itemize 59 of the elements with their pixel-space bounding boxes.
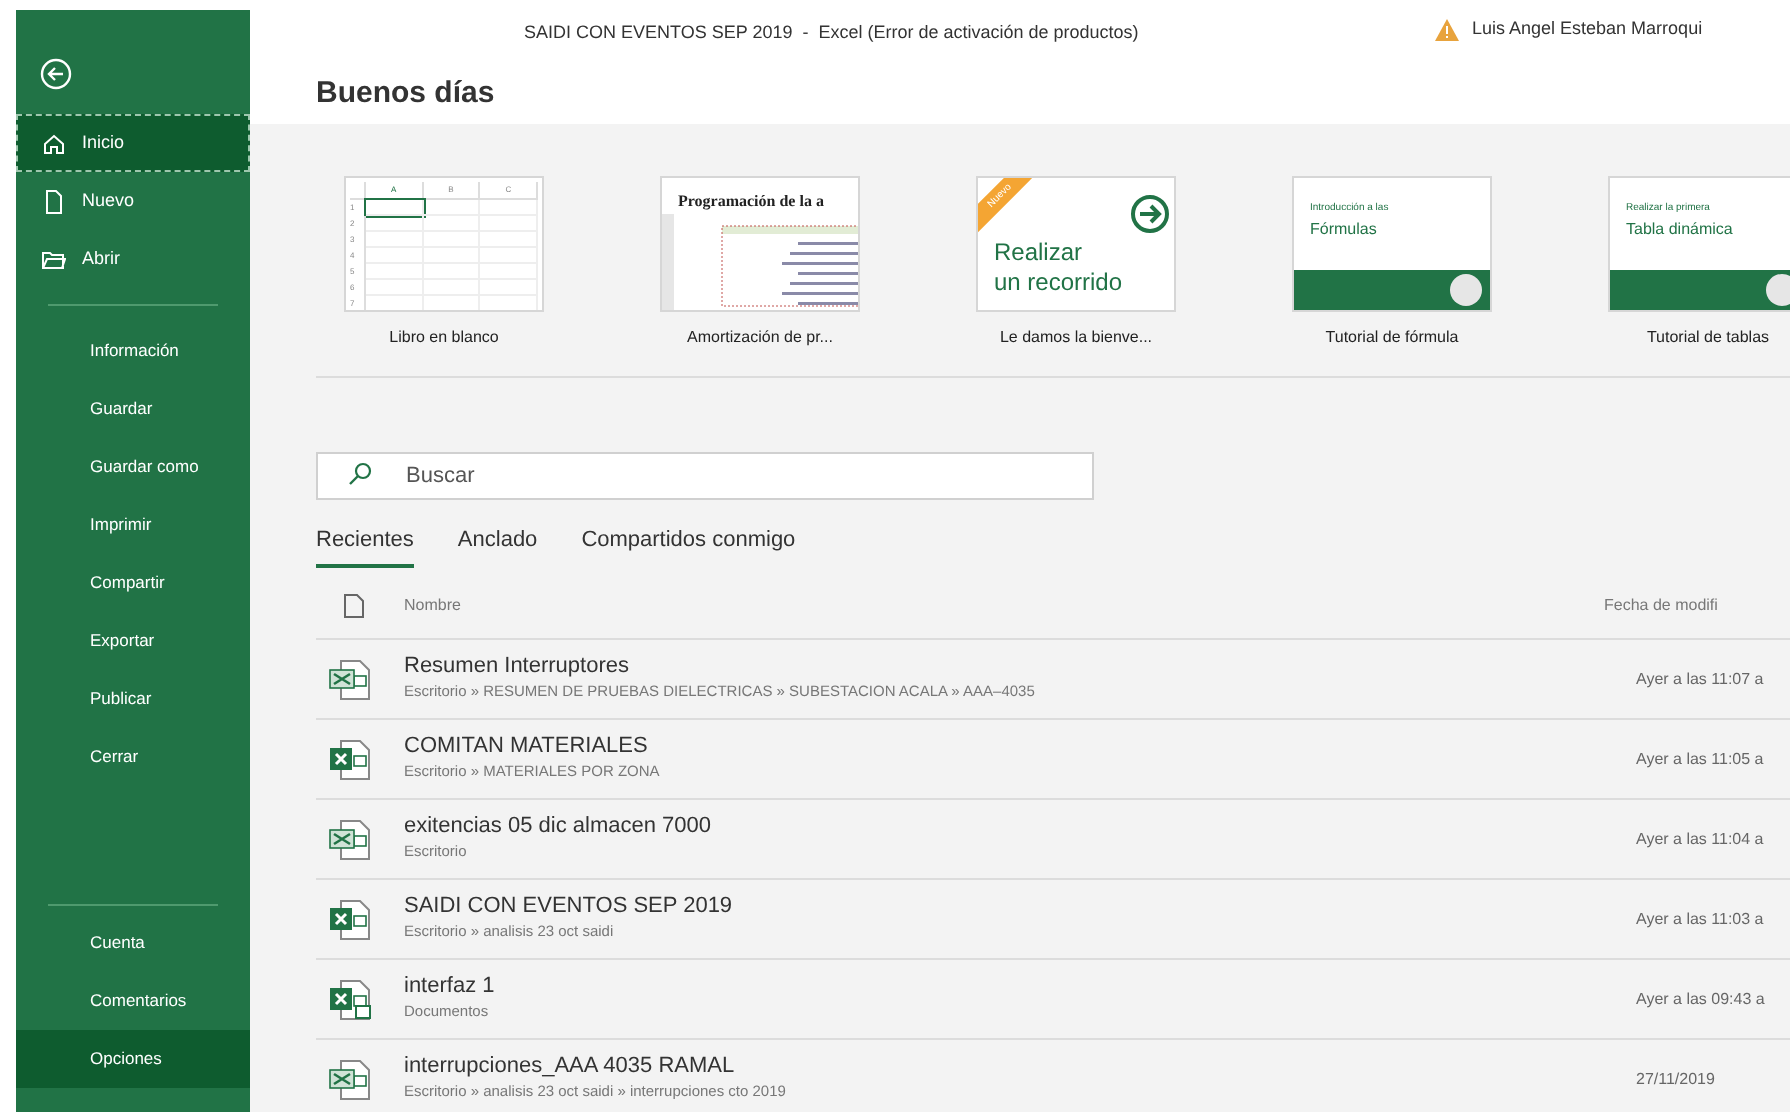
spreadsheet-file-icon	[328, 1059, 372, 1099]
template-label[interactable]: Tutorial de tablas	[1646, 326, 1770, 350]
modified-date: 27/11/2019	[1636, 1067, 1715, 1091]
column-header[interactable]: Nombre	[404, 594, 1604, 618]
sidebar-item[interactable]: Cerrar	[16, 728, 250, 786]
folder-icon	[42, 247, 66, 271]
spreadsheet-file-icon	[328, 659, 372, 699]
sidebar-item[interactable]: Abrir	[16, 230, 250, 288]
warning-icon	[1434, 17, 1460, 42]
thumbnail-text: Tabla dinámica	[1626, 217, 1733, 241]
greeting: Buenos días	[316, 74, 495, 114]
file-name[interactable]: COMITAN MATERIALES	[404, 734, 1636, 761]
tab[interactable]: Recientes	[316, 524, 414, 568]
sidebar-item[interactable]: Opciones	[16, 1030, 250, 1088]
home-icon	[42, 131, 66, 155]
template-thumbnail[interactable]: Programación de la a	[660, 176, 860, 312]
back-icon[interactable]	[40, 58, 72, 90]
search-field[interactable]: Buscar	[316, 452, 1094, 500]
sidebar-item[interactable]: Comentarios	[16, 972, 250, 1030]
excel-file-icon	[328, 899, 372, 939]
sidebar-item[interactable]: Imprimir	[16, 496, 250, 554]
file-icon	[344, 594, 364, 618]
sidebar-item[interactable]: Información	[16, 322, 250, 380]
user-name[interactable]: Luis Angel Esteban Marroqui	[1472, 16, 1703, 43]
sidebar-item[interactable]: Publicar	[16, 670, 250, 728]
template-label[interactable]: Le damos la bienve...	[999, 326, 1153, 350]
template-label[interactable]: Amortización de pr...	[687, 326, 833, 350]
modified-date: Ayer a las 09:43 a	[1636, 987, 1765, 1011]
document-icon	[42, 189, 66, 213]
excel-file-icon	[328, 979, 372, 1019]
spreadsheet-file-icon	[328, 819, 372, 859]
file-name[interactable]: Resumen Interruptores	[404, 654, 1636, 681]
sidebar-item[interactable]: Guardar como	[16, 438, 250, 496]
tab[interactable]: Anclado	[457, 524, 538, 568]
file-name[interactable]: SAIDI CON EVENTOS SEP 2019	[404, 894, 1636, 921]
sidebar-item[interactable]: Exportar	[16, 612, 250, 670]
window-title: SAIDI CON EVENTOS SEP 2019 - Excel (Error de activación de productos)	[524, 20, 1139, 46]
sidebar-item[interactable]: Cuenta	[16, 914, 250, 972]
excel-file-icon	[328, 739, 372, 779]
thumbnail-text: Realizar	[994, 238, 1085, 268]
search-icon	[348, 462, 372, 486]
file-name[interactable]: interfaz 1	[404, 974, 1636, 1001]
modified-date: Ayer a las 11:07 a	[1636, 667, 1764, 691]
sidebar-item[interactable]: Nuevo	[16, 172, 250, 230]
column-header[interactable]: Fecha de modifi	[1604, 594, 1718, 618]
thumbnail-heading: Programación de la a	[678, 190, 824, 214]
template-label[interactable]: Tutorial de fórmula	[1325, 326, 1459, 350]
thumbnail-text: un recorrido	[994, 268, 1123, 298]
file-name[interactable]: exitencias 05 dic almacen 7000	[404, 814, 1636, 841]
thumbnail-text: Fórmulas	[1310, 217, 1379, 241]
modified-date: Ayer a las 11:03 a	[1636, 907, 1764, 931]
sidebar-item[interactable]: Compartir	[16, 554, 250, 612]
sidebar-item[interactable]: Guardar	[16, 380, 250, 438]
modified-date: Ayer a las 11:04 a	[1636, 827, 1764, 851]
modified-date: Ayer a las 11:05 a	[1636, 747, 1764, 771]
sidebar-item[interactable]: Inicio	[16, 114, 250, 172]
file-name[interactable]: interrupciones_AAA 4035 RAMAL	[404, 1054, 1636, 1081]
tab[interactable]: Compartidos conmigo	[581, 524, 796, 568]
template-label[interactable]: Libro en blanco	[389, 326, 499, 350]
